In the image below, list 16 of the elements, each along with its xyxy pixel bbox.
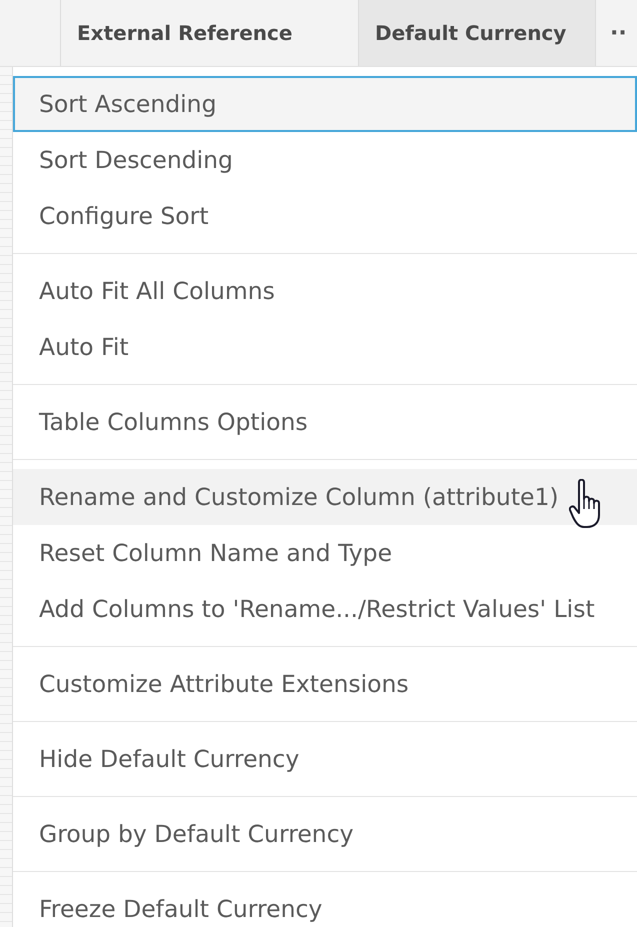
menu-item[interactable]: Freeze Default Currency bbox=[13, 881, 637, 927]
menu-item[interactable]: Add Columns to 'Rename.../Restrict Values' List bbox=[13, 581, 637, 637]
column-header[interactable]: Default Currency bbox=[359, 0, 596, 66]
menu-item[interactable]: Sort Ascending bbox=[13, 76, 637, 132]
more-options[interactable]: ·· bbox=[610, 20, 627, 46]
menu-item[interactable]: Auto Fit All Columns bbox=[13, 263, 637, 319]
menu-item[interactable]: Sort Descending bbox=[13, 132, 637, 188]
menu-item[interactable]: Auto Fit bbox=[13, 319, 637, 375]
menu-item[interactable]: Group by Default Currency bbox=[13, 806, 637, 862]
menu-item[interactable]: Hide Default Currency bbox=[13, 731, 637, 787]
hand-cursor-icon bbox=[569, 479, 603, 529]
menu-item[interactable]: Reset Column Name and Type bbox=[13, 525, 637, 581]
menu-item[interactable]: Table Columns Options bbox=[13, 394, 637, 450]
menu-item[interactable]: Rename and Customize Column (attribute1) bbox=[13, 469, 637, 525]
menu-item[interactable]: Customize Attribute Extensions bbox=[13, 656, 637, 712]
menu-item[interactable]: Configure Sort bbox=[13, 188, 637, 244]
